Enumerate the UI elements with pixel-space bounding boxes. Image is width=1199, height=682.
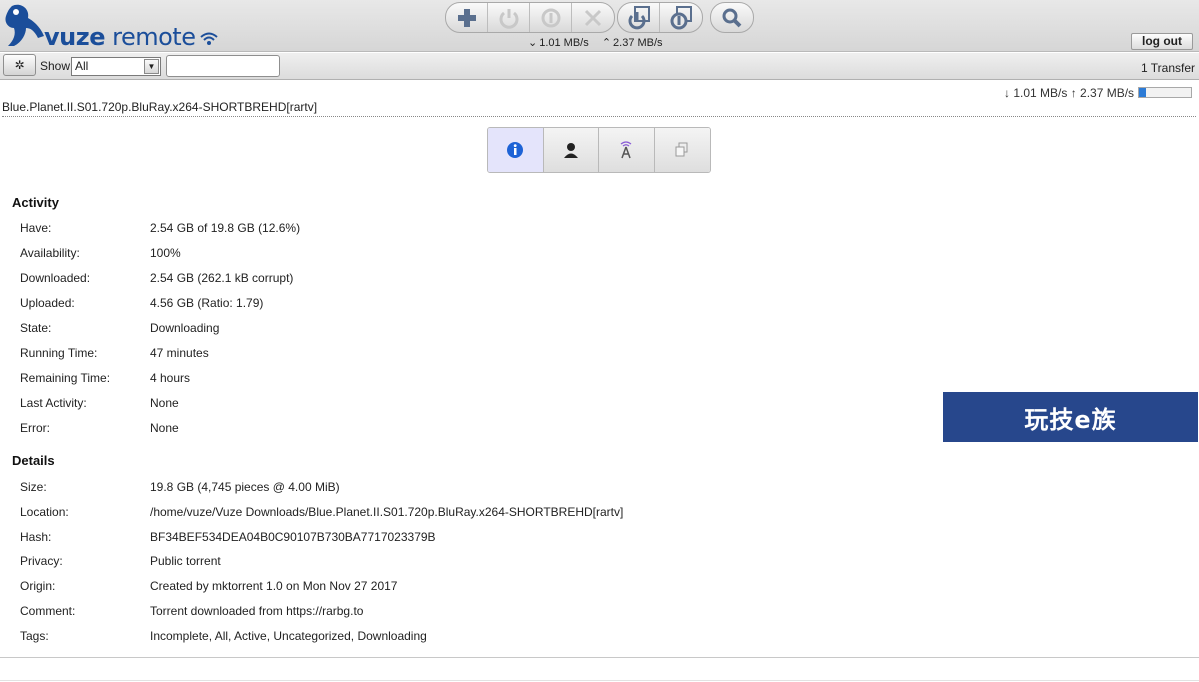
divider — [0, 680, 1199, 681]
details-label: Origin: — [20, 579, 56, 594]
activity-value: 2.54 GB of 19.8 GB (12.6%) — [150, 221, 301, 235]
chevron-down-icon: ▼ — [144, 59, 159, 74]
pause-icon — [541, 8, 560, 27]
settings-button[interactable]: ✲ — [3, 54, 36, 76]
activity-heading: Activity — [12, 195, 59, 210]
activity-label: Error: — [20, 421, 50, 435]
files-icon — [675, 142, 688, 157]
filter-bar: ✲ Show All ▼ 1 Transfer — [0, 53, 1199, 80]
remove-button[interactable] — [572, 3, 614, 32]
pause-all-button[interactable] — [660, 3, 702, 32]
details-label: Comment: — [20, 604, 76, 618]
watermark-text: 玩技e族 — [1024, 405, 1117, 434]
activity-label: Running Time: — [20, 346, 98, 360]
tab-trackers[interactable] — [599, 128, 655, 172]
pause-button[interactable] — [530, 3, 572, 32]
logo-text: vuze remote — [44, 23, 196, 51]
tab-peers[interactable] — [543, 128, 599, 172]
global-speed: ⌄ 1.01 MB/s ⌃ 2.37 MB/s — [528, 36, 673, 49]
details-label: Size: — [20, 480, 47, 494]
gear-icon: ✲ — [14, 58, 25, 72]
details-value: /home/vuze/Vuze Downloads/Blue.Planet.II… — [150, 504, 624, 519]
show-filter-select[interactable]: All ▼ — [71, 57, 161, 76]
add-torrent-button[interactable] — [446, 3, 488, 32]
antenna-icon — [620, 141, 632, 159]
user-icon — [563, 143, 578, 158]
divider — [0, 657, 1199, 658]
activity-value: 2.54 GB (262.1 kB corrupt) — [150, 271, 294, 285]
details-label: Location: — [20, 504, 69, 519]
filter-search-input[interactable] — [166, 55, 280, 77]
pause-all-icon — [670, 5, 692, 29]
activity-value: None — [150, 421, 179, 435]
watermark-banner: 玩技e族 — [943, 392, 1198, 442]
start-button[interactable] — [488, 3, 530, 32]
progress-fill — [1139, 88, 1146, 97]
activity-label: Availability: — [20, 246, 80, 260]
down-arrow-icon: ⌄ — [528, 37, 538, 49]
activity-label: Have: — [20, 221, 52, 235]
upload-speed-value: 2.37 MB/s — [613, 37, 663, 49]
search-button[interactable] — [711, 3, 753, 32]
logo-word-vuze: vuze — [44, 23, 105, 51]
download-speed: ⌄ 1.01 MB/s — [528, 37, 589, 49]
remove-icon — [584, 9, 602, 26]
details-label: Hash: — [20, 529, 52, 544]
activity-label: Downloaded: — [20, 271, 91, 285]
activity-value: 47 minutes — [150, 346, 209, 360]
activity-value: 100% — [150, 246, 181, 260]
show-filter-value: All — [75, 59, 89, 73]
details-label: Privacy: — [20, 554, 63, 569]
activity-value: 4.56 GB (Ratio: 1.79) — [150, 296, 264, 310]
start-all-icon — [628, 5, 650, 29]
download-speed-value: 1.01 MB/s — [539, 37, 589, 49]
search-group — [710, 2, 754, 33]
details-value: Incomplete, All, Active, Uncategorized, … — [150, 628, 427, 643]
frog-logo-icon — [5, 4, 45, 47]
info-icon — [507, 142, 524, 158]
details-label: Tags: — [20, 628, 49, 643]
start-icon — [499, 8, 518, 29]
tab-files[interactable] — [654, 128, 710, 172]
details-value: Torrent downloaded from https://rarbg.to — [150, 604, 364, 618]
details-value: BF34BEF534DEA04B0C90107B730BA7717023379B — [150, 529, 436, 544]
details-value: Created by mktorrent 1.0 on Mon Nov 27 2… — [150, 579, 398, 594]
torrent-progress-bar — [1138, 87, 1192, 98]
add-icon — [457, 8, 476, 27]
vuze-remote-logo: vuze remote — [2, 2, 232, 51]
transfer-count: 1 Transfer — [1140, 61, 1195, 75]
torrent-actions-group — [445, 2, 615, 33]
upload-speed: ⌃ 2.37 MB/s — [602, 37, 663, 49]
logo-word-remote: remote — [112, 23, 196, 51]
details-value: Public torrent — [150, 554, 221, 569]
show-label: Show — [40, 59, 71, 73]
activity-label: Uploaded: — [20, 296, 75, 310]
activity-label: Last Activity: — [20, 396, 87, 410]
activity-label: Remaining Time: — [20, 371, 111, 385]
up-arrow-icon: ⌃ — [601, 37, 612, 49]
activity-label: State: — [20, 321, 52, 335]
details-heading: Details — [12, 453, 55, 468]
search-icon — [722, 8, 742, 27]
start-all-button[interactable] — [618, 3, 660, 32]
top-header: vuze remote ⌄ 1.01 MB/s ⌃ 2.37 MB/s log … — [0, 0, 1199, 52]
all-actions-group — [617, 2, 703, 33]
activity-value: None — [150, 396, 179, 410]
wifi-icon — [200, 32, 218, 45]
details-value: 19.8 GB (4,745 pieces @ 4.00 MiB) — [150, 480, 340, 494]
tab-info[interactable] — [488, 128, 544, 172]
activity-value: 4 hours — [150, 371, 191, 385]
torrent-name: Blue.Planet.II.S01.720p.BluRay.x264-SHOR… — [2, 100, 1196, 117]
logout-button[interactable]: log out — [1131, 33, 1193, 50]
detail-tabs — [487, 127, 711, 173]
activity-value: Downloading — [150, 321, 220, 335]
torrent-rate: ↓ 1.01 MB/s ↑ 2.37 MB/s — [1004, 86, 1135, 100]
